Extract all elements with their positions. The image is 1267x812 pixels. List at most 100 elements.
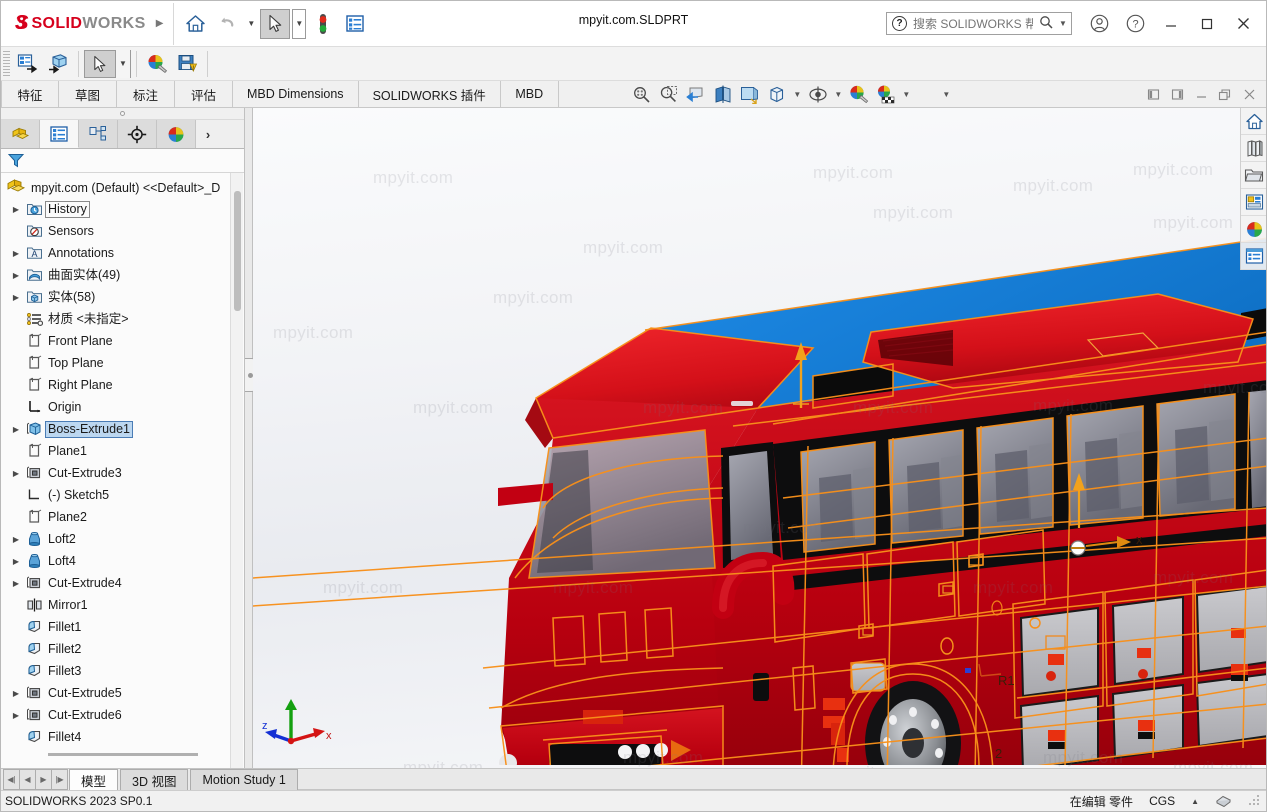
nav-next-button[interactable]: ▶ <box>35 769 52 790</box>
document-tab[interactable]: Motion Study 1 <box>190 769 298 790</box>
ribbon-tab[interactable]: 标注 <box>117 81 175 107</box>
select-dropdown-icon[interactable]: ▼ <box>115 49 130 78</box>
tree-item[interactable]: ▶ History <box>1 198 244 220</box>
rebuild-icon[interactable] <box>308 9 338 39</box>
expand-arrow-icon[interactable]: ▶ <box>9 557 23 566</box>
restore-right-icon[interactable] <box>1166 83 1188 105</box>
minimize-button[interactable] <box>1154 9 1188 39</box>
ribbon-tab[interactable]: SOLIDWORKS 插件 <box>358 81 501 107</box>
expand-arrow-icon[interactable]: ▶ <box>9 205 23 214</box>
view-orientation-icon[interactable] <box>737 82 763 107</box>
tree-horizontal-splitter[interactable] <box>1 748 244 760</box>
tree-filter-bar[interactable] <box>1 149 244 173</box>
tree-item[interactable]: ▶ A Annotations <box>1 242 244 264</box>
status-overlay-icon[interactable] <box>1215 793 1232 810</box>
appearance-icon[interactable] <box>142 50 172 78</box>
view-home-icon[interactable] <box>1241 108 1266 135</box>
bus-model-3d[interactable] <box>253 108 1266 765</box>
tree-item[interactable]: ▶ Loft2 <box>1 528 244 550</box>
undo-dropdown-icon[interactable]: ▼ <box>244 9 258 39</box>
select-arrow-icon[interactable] <box>260 8 291 39</box>
nav-prev-button[interactable]: ◀ <box>19 769 36 790</box>
expand-arrow-icon[interactable]: ▶ <box>9 271 23 280</box>
restore-doc-icon[interactable] <box>1214 83 1236 105</box>
tree-item[interactable]: Plane2 <box>1 506 244 528</box>
tree-item[interactable]: Right Plane <box>1 374 244 396</box>
display-manager-tab[interactable] <box>157 120 196 148</box>
expand-arrow-icon[interactable]: ▶ <box>9 249 23 258</box>
ribbon-tab[interactable]: MBD Dimensions <box>233 81 359 107</box>
apply-scene-dropdown-icon[interactable]: ▼ <box>900 82 913 107</box>
expand-arrow-icon[interactable]: ▶ <box>9 579 23 588</box>
tree-item[interactable]: Fillet1 <box>1 616 244 638</box>
tree-item[interactable]: ▶ 曲面实体(49) <box>1 264 244 286</box>
search-dropdown-icon[interactable]: ▼ <box>1059 19 1067 28</box>
select-dropdown-icon[interactable]: ▼ <box>292 8 307 39</box>
tree-item[interactable]: Fillet4 <box>1 726 244 748</box>
configuration-manager-tab[interactable] <box>79 120 118 148</box>
tree-item[interactable]: Plane1 <box>1 440 244 462</box>
display-style-icon[interactable] <box>764 82 790 107</box>
expand-arrow-icon[interactable]: ▶ <box>9 535 23 544</box>
tree-item[interactable]: ▶ Cut-Extrude6 <box>1 704 244 726</box>
tree-item[interactable]: Top Plane <box>1 352 244 374</box>
close-button[interactable] <box>1226 9 1260 39</box>
custom-properties-icon[interactable] <box>1241 243 1266 270</box>
expand-arrow-icon[interactable]: ▶ <box>9 711 23 720</box>
tree-item[interactable]: Fillet2 <box>1 638 244 660</box>
tree-item[interactable]: Mirror1 <box>1 594 244 616</box>
section-view-icon[interactable] <box>710 82 736 107</box>
hide-show-dropdown-icon[interactable]: ▼ <box>832 82 845 107</box>
tree-item[interactable]: Sensors <box>1 220 244 242</box>
expand-arrow-icon[interactable]: ▶ <box>9 293 23 302</box>
file-explorer-icon[interactable] <box>1241 162 1266 189</box>
ribbon-tab[interactable]: 评估 <box>175 81 233 107</box>
options-icon[interactable] <box>340 9 370 39</box>
expand-arrow-icon[interactable]: ▶ <box>9 425 23 434</box>
expand-arrow-icon[interactable]: ▶ <box>9 469 23 478</box>
feature-manager-more-icon[interactable]: › <box>196 120 220 148</box>
document-tab[interactable]: 3D 视图 <box>120 769 189 790</box>
ribbon-tab[interactable]: 特征 <box>1 81 59 107</box>
design-library-icon[interactable] <box>1241 135 1266 162</box>
solidworks-logo[interactable]: 3 3S S SOLIDWORKS ▶ <box>1 1 173 46</box>
undo-icon[interactable] <box>212 9 242 39</box>
tree-item[interactable]: (-) Sketch5 <box>1 484 244 506</box>
resize-grip-icon[interactable] <box>1248 795 1260 807</box>
help-search-box[interactable]: ? ▼ <box>886 12 1072 35</box>
account-icon[interactable] <box>1082 9 1116 39</box>
save-warning-icon[interactable]: ! <box>172 50 202 78</box>
dimxpert-manager-tab[interactable] <box>118 120 157 148</box>
search-input[interactable] <box>913 16 1033 31</box>
toolbar-grip[interactable] <box>3 50 10 77</box>
maximize-button[interactable] <box>1190 9 1224 39</box>
zoom-to-fit-icon[interactable] <box>629 82 655 107</box>
insert-component-icon[interactable] <box>43 50 73 78</box>
panel-drag-handle[interactable] <box>1 108 244 120</box>
feature-tree-tab[interactable] <box>1 120 40 148</box>
tree-item[interactable]: ▶ Boss-Extrude1 <box>1 418 244 440</box>
ribbon-tab[interactable]: 草图 <box>59 81 117 107</box>
display-style-dropdown-icon[interactable]: ▼ <box>791 82 804 107</box>
tree-item[interactable]: Origin <box>1 396 244 418</box>
panel-splitter[interactable] <box>245 108 256 768</box>
tree-item[interactable]: ▶ Loft4 <box>1 550 244 572</box>
edit-appearance-icon[interactable] <box>846 82 872 107</box>
graphics-viewport[interactable]: R1 x 2 mpyit.com mpyit.com mpyit.com mpyit.co… <box>253 108 1266 768</box>
expand-arrow-icon[interactable]: ▶ <box>9 689 23 698</box>
previous-view-icon[interactable] <box>683 82 709 107</box>
tree-scrollbar[interactable] <box>230 173 243 768</box>
select-arrow-icon[interactable] <box>85 55 115 73</box>
apply-scene-icon[interactable] <box>873 82 899 107</box>
close-doc-icon[interactable] <box>1238 83 1260 105</box>
status-units-caret-icon[interactable]: ▲ <box>1191 797 1199 806</box>
tree-root-item[interactable]: mpyit.com (Default) <<Default>_D <box>1 177 244 198</box>
tree-item[interactable]: Fillet3 <box>1 660 244 682</box>
document-tab[interactable]: 模型 <box>69 769 119 790</box>
tree-item[interactable]: ▶ Cut-Extrude3 <box>1 462 244 484</box>
minimize-doc-icon[interactable] <box>1190 83 1212 105</box>
new-part-icon[interactable] <box>13 50 43 78</box>
menu-expand-arrow-icon[interactable]: ▶ <box>156 18 164 29</box>
property-manager-tab[interactable] <box>40 120 79 148</box>
tree-item[interactable]: 材质 <未指定> <box>1 308 244 330</box>
